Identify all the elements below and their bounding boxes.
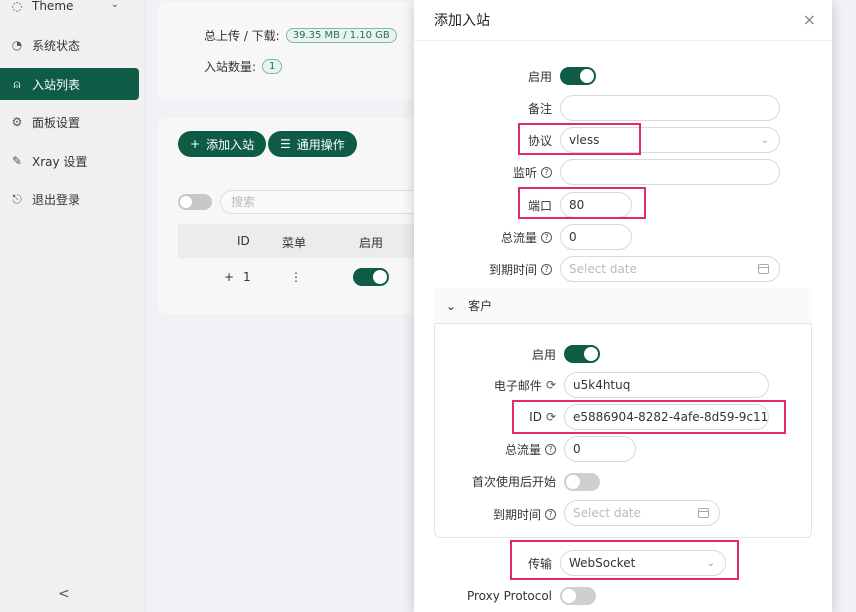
logout-icon: ⎋ <box>12 191 22 206</box>
row-enable-toggle[interactable] <box>353 268 389 286</box>
help-icon[interactable]: ? <box>541 166 552 178</box>
sidebar-item-inbounds[interactable]: ⍝ 入站列表 <box>0 68 139 100</box>
highlight-transport <box>510 540 739 580</box>
updown-badge: 39.35 MB / 1.10 GB <box>285 28 397 43</box>
collapse-sidebar-button[interactable]: < <box>58 586 70 602</box>
calendar-icon <box>698 508 709 518</box>
proxy-protocol-label: Proxy Protocol <box>466 589 552 603</box>
client-enable-label: 启用 <box>531 347 556 362</box>
sidebar-item-status[interactable]: ◔ 系统状态 <box>0 29 139 61</box>
remark-label: 备注 <box>527 101 552 116</box>
add-inbound-button[interactable]: + 添加入站 <box>178 131 267 157</box>
refresh-icon[interactable]: ⟳ <box>546 378 556 392</box>
client-total-input[interactable]: 0 <box>564 436 636 462</box>
enable-toggle[interactable] <box>560 67 596 85</box>
highlight-protocol <box>518 123 641 155</box>
user-icon: ⍝ <box>13 76 21 91</box>
sidebar-item-settings[interactable]: ⚙ 面板设置 <box>0 106 139 138</box>
sidebar-item-label: 入站列表 <box>32 77 81 92</box>
chevron-down-icon: ⌄ <box>110 0 119 10</box>
chevron-down-icon: ⌄ <box>760 134 769 146</box>
listen-input[interactable] <box>560 159 780 185</box>
client-total-label: 总流量 ? <box>416 441 556 457</box>
col-enable: 启用 <box>359 236 384 250</box>
close-icon[interactable]: × <box>803 10 816 29</box>
client-expire-date-picker[interactable]: Select date <box>564 500 720 526</box>
wrench-icon: ✎ <box>11 154 23 168</box>
remark-input[interactable] <box>560 95 780 121</box>
updown-label: 总上传 / 下载: <box>204 29 280 43</box>
help-icon[interactable]: ? <box>545 508 556 520</box>
row-id: 1 <box>243 270 251 284</box>
count-label: 入站数量: <box>204 60 257 74</box>
bulb-icon: ◌ <box>11 0 23 13</box>
sidebar-item-label: Xray 设置 <box>32 154 88 169</box>
stats-card <box>158 2 458 100</box>
gear-icon: ⚙ <box>11 115 23 129</box>
expand-row-icon[interactable]: + <box>224 270 234 284</box>
start-after-use-label: 首次使用后开始 <box>471 474 556 489</box>
sidebar-item-label: 系统状态 <box>32 38 81 53</box>
calendar-icon <box>758 264 769 274</box>
email-input[interactable]: u5k4htuq <box>564 372 769 398</box>
menu-icon: ☰ <box>280 137 291 151</box>
help-icon[interactable]: ? <box>541 263 552 275</box>
plus-icon: + <box>190 137 201 151</box>
proxy-protocol-toggle[interactable] <box>560 587 596 605</box>
sidebar: ◌ Theme ⌄ ◔ 系统状态 ⍝ 入站列表 ⚙ 面板设置 ✎ Xray 设置… <box>0 0 146 612</box>
modal-divider <box>414 40 832 41</box>
dashboard-icon: ◔ <box>11 38 23 52</box>
sidebar-item-label: 面板设置 <box>32 115 81 130</box>
help-icon[interactable]: ? <box>541 231 552 243</box>
updown-row: 总上传 / 下载: 39.35 MB / 1.10 GB <box>204 27 397 44</box>
modal-title: 添加入站 <box>434 13 490 29</box>
client-enable-toggle[interactable] <box>564 345 600 363</box>
count-badge: 1 <box>262 59 283 74</box>
client-section-header[interactable]: ⌄ 客户 <box>434 288 812 324</box>
chevron-down-icon: ⌄ <box>446 298 457 313</box>
start-after-use-toggle[interactable] <box>564 473 600 491</box>
client-expire-label: 到期时间 ? <box>416 506 556 522</box>
expire-date-picker[interactable]: Select date <box>560 256 780 282</box>
highlight-id <box>512 400 786 434</box>
sidebar-item-logout[interactable]: ⎋ 退出登录 <box>0 183 139 215</box>
sidebar-item-theme[interactable]: ◌ Theme ⌄ <box>0 0 139 22</box>
total-input[interactable]: 0 <box>560 224 632 250</box>
total-label: 总流量 ? <box>412 229 552 245</box>
sidebar-item-xray[interactable]: ✎ Xray 设置 <box>0 145 139 177</box>
help-icon[interactable]: ? <box>545 443 556 455</box>
col-id: ID <box>237 234 250 248</box>
col-menu: 菜单 <box>282 236 307 250</box>
sidebar-item-label: 退出登录 <box>32 192 81 207</box>
count-row: 入站数量: 1 <box>204 58 283 75</box>
expire-label: 到期时间 ? <box>412 261 552 277</box>
enable-label: 启用 <box>527 69 552 84</box>
highlight-port <box>518 187 646 219</box>
general-ops-button[interactable]: ☰ 通用操作 <box>268 131 357 157</box>
email-label: 电子邮件 ⟳ <box>493 378 556 393</box>
sidebar-item-label: Theme <box>32 0 74 13</box>
row-menu-icon[interactable]: ⋮ <box>290 270 302 284</box>
listen-label: 监听 ? <box>412 164 552 180</box>
filter-toggle[interactable] <box>178 194 212 210</box>
